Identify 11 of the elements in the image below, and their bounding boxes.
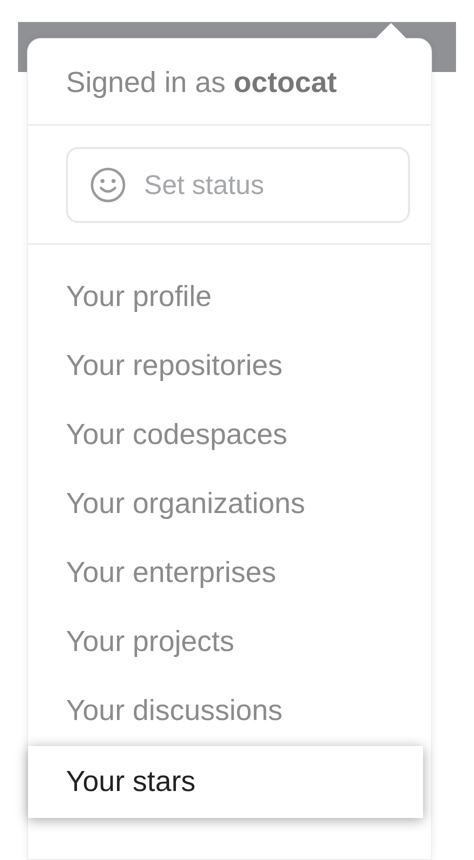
menu-item[interactable]: Your codespaces [28,401,431,470]
menu-item[interactable]: Your stars [28,746,423,818]
set-status-button[interactable]: Set status [66,147,410,223]
smiley-icon [90,167,126,203]
menu-item[interactable]: Your repositories [28,332,431,401]
menu-item[interactable]: Your enterprises [28,539,431,608]
signed-in-text: Signed in as octocat [28,39,431,126]
menu-item[interactable]: Your discussions [28,677,431,746]
menu-item[interactable]: Your organizations [28,470,431,539]
menu-item[interactable]: Your profile [28,263,431,332]
menu-item[interactable]: Your projects [28,608,431,677]
